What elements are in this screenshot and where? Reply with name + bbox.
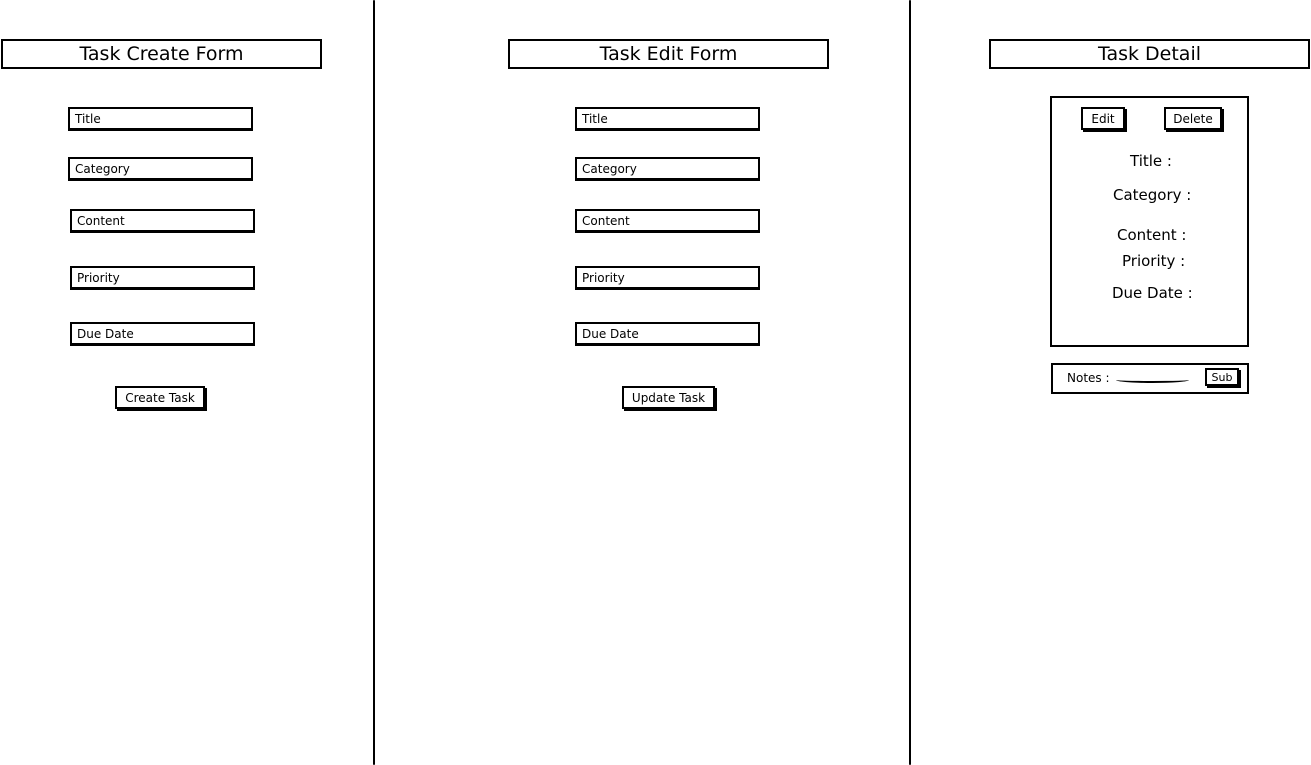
edit-form-title: Task Edit Form	[508, 39, 829, 69]
create-content-field[interactable]: Content	[70, 209, 255, 233]
edit-priority-field[interactable]: Priority	[575, 266, 760, 290]
update-task-button[interactable]: Update Task	[622, 386, 715, 409]
create-title-field[interactable]: Title	[68, 107, 253, 131]
notes-label: Notes :	[1067, 371, 1110, 385]
delete-button[interactable]: Delete	[1164, 107, 1222, 130]
notes-form: Notes : Sub	[1051, 363, 1249, 394]
detail-content-label: Content :	[1117, 226, 1187, 244]
create-priority-field[interactable]: Priority	[70, 266, 255, 290]
detail-title: Task Detail	[989, 39, 1310, 69]
create-due-date-field[interactable]: Due Date	[70, 322, 255, 346]
edit-category-field[interactable]: Category	[575, 157, 760, 181]
column-divider-left	[373, 0, 375, 765]
create-task-button[interactable]: Create Task	[115, 386, 205, 409]
notes-input[interactable]	[1116, 377, 1189, 383]
detail-card: Edit Delete Title : Category : Content :…	[1050, 96, 1249, 347]
detail-category-label: Category :	[1113, 186, 1192, 204]
detail-due-date-label: Due Date :	[1112, 284, 1193, 302]
edit-content-field[interactable]: Content	[575, 209, 760, 233]
edit-title-field[interactable]: Title	[575, 107, 760, 131]
detail-title-label: Title :	[1130, 152, 1172, 170]
notes-submit-button[interactable]: Sub	[1205, 368, 1239, 386]
create-form-title: Task Create Form	[1, 39, 322, 69]
edit-due-date-field[interactable]: Due Date	[575, 322, 760, 346]
column-divider-right	[909, 0, 911, 765]
detail-priority-label: Priority :	[1122, 252, 1186, 270]
edit-button[interactable]: Edit	[1081, 107, 1125, 130]
create-category-field[interactable]: Category	[68, 157, 253, 181]
